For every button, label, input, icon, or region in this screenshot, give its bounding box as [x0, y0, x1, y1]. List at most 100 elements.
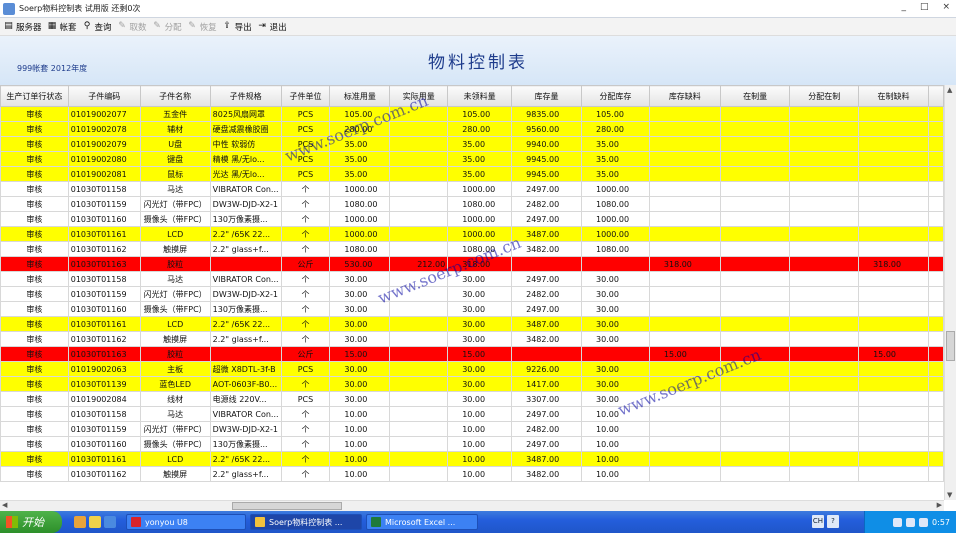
toolbar-button-server[interactable]: ▤ 服务器	[3, 21, 41, 33]
table-cell[interactable]: 01030T01161	[67, 451, 141, 467]
table-cell[interactable]: 10.00	[581, 421, 650, 437]
table-cell[interactable]: 30.00	[329, 271, 391, 287]
table-cell[interactable]: 01019002077	[67, 106, 141, 122]
table-cell[interactable]: 01030T01163	[67, 256, 141, 272]
table-cell[interactable]: 105.00	[329, 106, 391, 122]
table-cell[interactable]	[648, 271, 721, 287]
table-row[interactable]: 审核 01030T01162 触摸屏 2.2" glass+f... 个 30.00 30.…	[0, 331, 944, 347]
table-row[interactable]: 审核 01030T01160 摄像头（带FPC） 130万像素摄... 个 30.00 30…	[0, 301, 944, 317]
table-cell[interactable]: 35.00	[329, 151, 391, 167]
table-cell[interactable]	[858, 286, 929, 302]
table-cell[interactable]: LCD	[139, 451, 211, 467]
table-cell[interactable]	[858, 121, 929, 137]
table-cell[interactable]: 35.00	[581, 166, 650, 182]
table-cell[interactable]	[648, 241, 721, 257]
table-cell[interactable]: 审核	[0, 421, 69, 437]
table-cell[interactable]	[389, 226, 449, 242]
table-cell[interactable]: DW3W-DJD-X2-1	[209, 196, 282, 212]
table-cell[interactable]	[858, 106, 929, 122]
table-cell[interactable]: 审核	[0, 271, 69, 287]
table-row[interactable]: 审核 01030T01161 LCD 2.2" /65K 22... 个 30.00 30.…	[0, 316, 944, 332]
table-cell[interactable]	[858, 301, 929, 317]
table-cell[interactable]: 个	[280, 301, 331, 317]
toolbar-button-export[interactable]: ⇪ 导出	[222, 21, 251, 33]
table-cell[interactable]	[858, 466, 929, 482]
table-cell[interactable]	[789, 286, 860, 302]
table-cell[interactable]: 审核	[0, 286, 69, 302]
table-cell[interactable]: 30.00	[581, 301, 650, 317]
table-cell[interactable]: 30.00	[581, 271, 650, 287]
column-header[interactable]: 库存量	[511, 85, 582, 107]
scroll-right-icon[interactable]: ▶	[937, 501, 942, 509]
table-cell[interactable]: 审核	[0, 151, 69, 167]
column-header[interactable]: 生产订单行状态	[0, 85, 69, 107]
table-cell[interactable]	[389, 331, 449, 347]
table-cell[interactable]: 审核	[0, 376, 69, 392]
minimize-button[interactable]: _	[901, 2, 906, 12]
table-cell[interactable]: 2.2" glass+f...	[209, 241, 282, 257]
table-cell[interactable]: 审核	[0, 166, 69, 182]
table-cell[interactable]	[719, 361, 791, 377]
tray-app-icon[interactable]	[919, 517, 929, 527]
table-cell[interactable]: 超微 X8DTL-3f-B	[209, 361, 282, 377]
table-cell[interactable]: 电源线 220V...	[209, 391, 282, 407]
table-cell[interactable]	[389, 196, 449, 212]
table-cell[interactable]	[858, 211, 929, 227]
column-header[interactable]: 在制量	[719, 85, 791, 107]
table-cell[interactable]: 01030T01158	[67, 181, 141, 197]
table-cell[interactable]: 1080.00	[447, 241, 513, 257]
table-cell[interactable]: 1000.00	[581, 226, 650, 242]
table-cell[interactable]: 闪光灯（带FPC）	[139, 421, 211, 437]
table-cell[interactable]	[719, 346, 791, 362]
table-cell[interactable]	[719, 406, 791, 422]
table-cell[interactable]: 公斤	[280, 346, 331, 362]
table-cell[interactable]: 1000.00	[447, 211, 513, 227]
table-cell[interactable]: 个	[280, 211, 331, 227]
table-cell[interactable]: 2497.00	[511, 181, 582, 197]
table-cell[interactable]: 10.00	[447, 406, 513, 422]
tray-volume-icon[interactable]	[906, 517, 916, 527]
table-cell[interactable]: 130万像素摄...	[209, 436, 282, 452]
table-cell[interactable]: 3482.00	[511, 241, 582, 257]
table-cell[interactable]: 个	[280, 271, 331, 287]
table-cell[interactable]: 105.00	[581, 106, 650, 122]
table-cell[interactable]	[389, 301, 449, 317]
toolbar-button-exit[interactable]: ⇥ 退出	[257, 21, 286, 33]
table-cell[interactable]: 胶粒	[139, 256, 211, 272]
table-cell[interactable]	[789, 136, 860, 152]
table-cell[interactable]: 公斤	[280, 256, 331, 272]
table-row[interactable]: 审核 01030T01159 闪光灯（带FPC） DW3W-DJD-X2-1 个 10.0…	[0, 421, 944, 437]
table-row[interactable]: 审核 01019002081 鼠标 光达 黑/无lo... PCS 35.00 35.00 9…	[0, 166, 944, 182]
table-cell[interactable]: 1417.00	[511, 376, 582, 392]
table-cell[interactable]: AOT-0603F-B0...	[209, 376, 282, 392]
table-cell[interactable]: 1000.00	[447, 226, 513, 242]
table-cell[interactable]: 2.2" /65K 22...	[209, 316, 282, 332]
table-cell[interactable]	[789, 151, 860, 167]
table-cell[interactable]	[719, 241, 791, 257]
table-cell[interactable]: 30.00	[329, 376, 391, 392]
table-cell[interactable]	[648, 181, 721, 197]
table-cell[interactable]: 2482.00	[511, 421, 582, 437]
table-cell[interactable]: 30.00	[581, 376, 650, 392]
quicklaunch-desktop-icon[interactable]	[104, 516, 116, 528]
table-cell[interactable]	[719, 136, 791, 152]
table-row[interactable]: 审核 01030T01158 马达 VIBRATOR Con... 个 10.00 10.0…	[0, 406, 944, 422]
table-row[interactable]: 审核 01019002077 五金件 8025风扇网罩 PCS 105.00 105.00 9…	[0, 106, 944, 122]
table-cell[interactable]	[648, 421, 721, 437]
scroll-up-icon[interactable]: ▲	[947, 86, 952, 94]
column-header[interactable]: 子件编码	[67, 85, 141, 107]
table-cell[interactable]: 280.00	[581, 121, 650, 137]
table-cell[interactable]: 个	[280, 436, 331, 452]
table-cell[interactable]	[789, 181, 860, 197]
table-row[interactable]: 审核 01030T01160 摄像头（带FPC） 130万像素摄... 个 1000.00…	[0, 211, 944, 227]
table-cell[interactable]	[389, 406, 449, 422]
table-cell[interactable]: 01019002084	[67, 391, 141, 407]
table-cell[interactable]	[858, 316, 929, 332]
table-cell[interactable]	[789, 331, 860, 347]
table-cell[interactable]	[858, 421, 929, 437]
column-header[interactable]: 库存缺料	[648, 85, 721, 107]
table-cell[interactable]	[719, 466, 791, 482]
table-cell[interactable]	[719, 181, 791, 197]
table-cell[interactable]	[648, 376, 721, 392]
table-cell[interactable]: 审核	[0, 256, 69, 272]
